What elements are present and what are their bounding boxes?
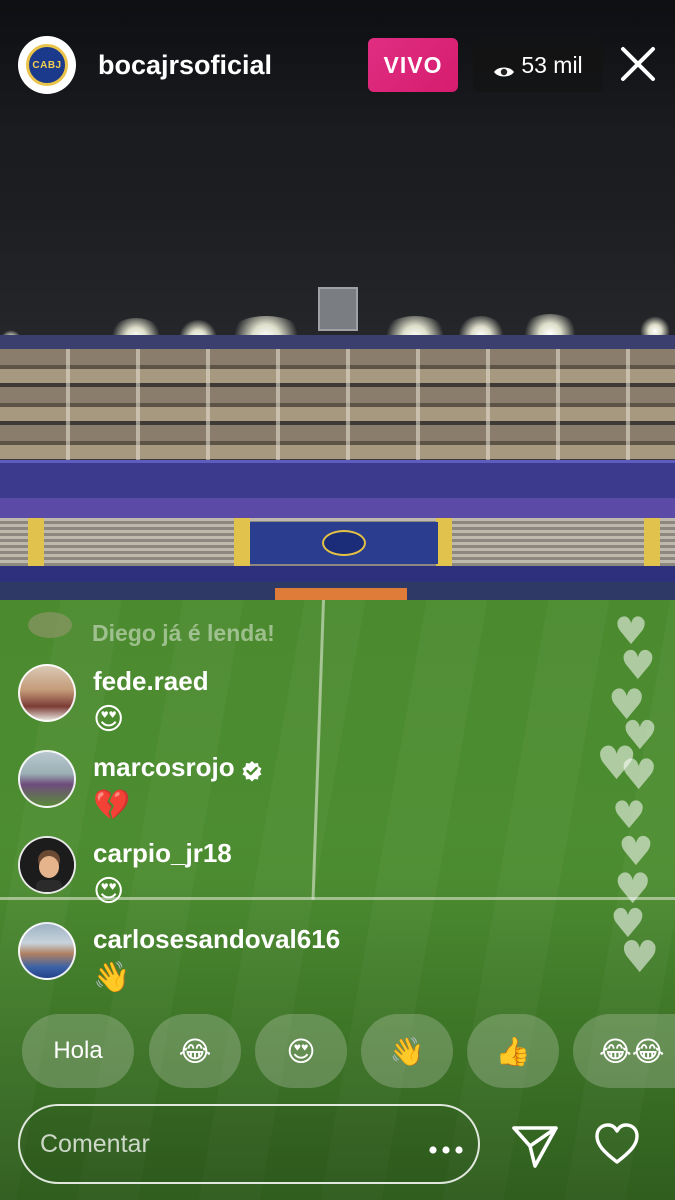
account-username[interactable]: bocajrsoficial xyxy=(98,50,272,81)
comment-username[interactable]: marcosrojo xyxy=(93,752,263,783)
orange-board xyxy=(275,588,407,600)
eye-icon xyxy=(493,58,515,77)
commenter-avatar[interactable] xyxy=(18,836,76,894)
comment-item: marcosrojo 💔 xyxy=(18,750,518,830)
stadium-roof xyxy=(0,335,675,349)
comment-text: 😍 xyxy=(93,702,125,737)
comment-placeholder: Comentar xyxy=(40,1130,150,1158)
heart-icon[interactable] xyxy=(594,1122,640,1166)
yellow-stripe xyxy=(644,518,660,566)
commenter-avatar[interactable] xyxy=(18,664,76,722)
boxes-band xyxy=(0,460,675,498)
crest-text: CABJ xyxy=(32,59,62,71)
faded-comment: Diego já é lenda! xyxy=(20,608,440,648)
comment-username[interactable]: carpio_jr18 xyxy=(93,838,232,869)
commenter-avatar[interactable] xyxy=(18,750,76,808)
send-icon[interactable] xyxy=(510,1122,560,1172)
advertising-board xyxy=(0,566,675,582)
comment-username[interactable]: fede.raed xyxy=(93,666,209,697)
comment-input[interactable]: Comentar xyxy=(18,1104,480,1184)
account-avatar[interactable]: CABJ xyxy=(18,36,76,94)
comment-text: 💔 xyxy=(93,788,131,823)
quick-reply-row: Hola 😂 😍 👋 👍 😂😂 xyxy=(0,1012,675,1092)
comment-text: 👋 xyxy=(93,960,131,995)
comment-item: fede.raed 😍 xyxy=(18,664,518,744)
comment-item: carpio_jr18 😍 xyxy=(18,836,518,916)
viewer-count: 53 mil xyxy=(521,51,583,78)
faded-comment-text: Diego já é lenda! xyxy=(92,620,275,646)
quick-reply-emoji[interactable]: 😂😂 xyxy=(573,1014,675,1088)
quick-reply-emoji[interactable]: 👍 xyxy=(467,1014,559,1088)
quick-reply-emoji[interactable]: 😂 xyxy=(149,1014,241,1088)
quick-reply-emoji[interactable]: 😍 xyxy=(255,1014,347,1088)
comment-username-text: marcosrojo xyxy=(93,752,235,782)
comment-item: carlosesandoval616 👋 xyxy=(18,922,518,1002)
yellow-stripe xyxy=(436,518,452,566)
quick-reply-hola[interactable]: Hola xyxy=(22,1014,134,1088)
scoreboard xyxy=(318,287,358,331)
stand-columns xyxy=(0,349,675,467)
comment-text: 😍 xyxy=(93,874,125,909)
verified-badge-icon xyxy=(241,758,263,782)
more-options-icon[interactable] xyxy=(428,1142,464,1154)
quick-reply-emoji[interactable]: 👋 xyxy=(361,1014,453,1088)
sponsor-band xyxy=(0,498,675,518)
commenter-avatar[interactable] xyxy=(18,922,76,980)
heart-icon: ♥ xyxy=(620,750,658,799)
faded-avatar xyxy=(28,612,72,638)
yellow-stripe xyxy=(28,518,44,566)
comment-username[interactable]: carlosesandoval616 xyxy=(93,924,340,955)
club-emblem xyxy=(322,530,366,556)
close-icon[interactable] xyxy=(616,42,660,86)
live-badge: VIVO xyxy=(368,38,458,92)
club-crest-icon: CABJ xyxy=(26,44,68,86)
yellow-stripe xyxy=(234,518,250,566)
viewer-count-badge[interactable]: 53 mil xyxy=(473,38,603,92)
heart-icon: ♥ xyxy=(620,932,660,983)
live-header: CABJ bocajrsoficial VIVO 53 mil xyxy=(0,0,675,130)
